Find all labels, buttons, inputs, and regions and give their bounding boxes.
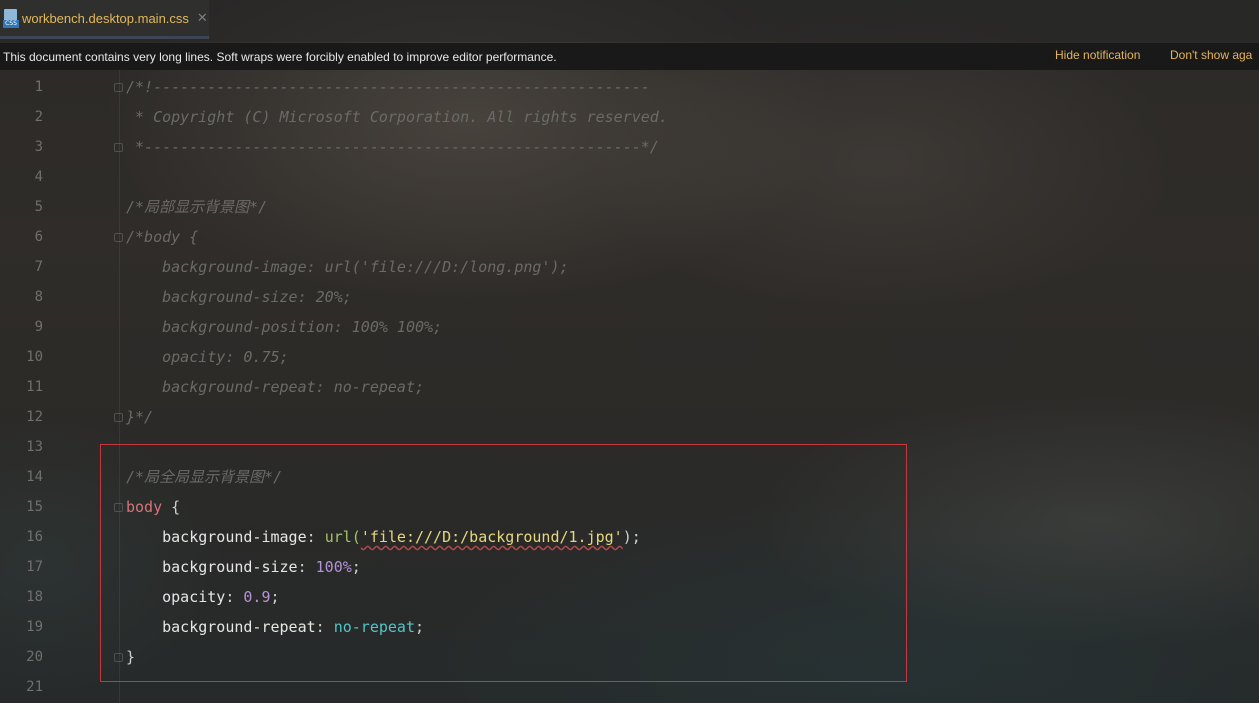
line-number: 10 <box>26 349 43 365</box>
code-line: 2 * Copyright (C) Microsoft Corporation.… <box>0 102 1259 132</box>
line-number: 8 <box>34 289 43 305</box>
line-number: 15 <box>26 499 43 515</box>
line-number: 13 <box>26 439 43 455</box>
code-text: /*body { <box>126 228 199 246</box>
code-line: 1 /*!-----------------------------------… <box>0 72 1259 102</box>
fold-icon[interactable] <box>114 413 123 422</box>
code-line: 9 background-position: 100% 100%; <box>0 312 1259 342</box>
tab-title: workbench.desktop.main.css <box>22 10 189 26</box>
code-line: 7 background-image: url('file:///D:/long… <box>0 252 1259 282</box>
line-number: 5 <box>34 199 43 215</box>
line-number: 9 <box>34 319 43 335</box>
code-line: 8 background-size: 20%; <box>0 282 1259 312</box>
line-number: 17 <box>26 559 43 575</box>
code-line: 12 }*/ <box>0 402 1259 432</box>
line-number: 1 <box>34 79 43 95</box>
editor-tab[interactable]: CSS workbench.desktop.main.css ✕ <box>0 0 209 36</box>
code-line: 11 background-repeat: no-repeat; <box>0 372 1259 402</box>
code-text: /*!-------------------------------------… <box>126 78 650 96</box>
fold-icon[interactable] <box>114 143 123 152</box>
line-number: 3 <box>34 139 43 155</box>
css-file-icon: CSS <box>3 8 19 28</box>
line-number: 18 <box>26 589 43 605</box>
line-number: 16 <box>26 529 43 545</box>
highlight-box <box>100 444 907 682</box>
line-number: 20 <box>26 649 43 665</box>
line-number: 11 <box>26 379 43 395</box>
dont-show-again-link[interactable]: Don't show aga <box>1170 48 1252 62</box>
code-text: background-position: 100% 100%; <box>126 318 443 336</box>
code-text: }*/ <box>126 408 154 426</box>
code-text: opacity: 0.75; <box>126 348 289 366</box>
line-number: 6 <box>34 229 43 245</box>
line-number: 14 <box>26 469 43 485</box>
notification-bar: This document contains very long lines. … <box>0 43 1259 70</box>
notification-message: This document contains very long lines. … <box>3 49 557 64</box>
code-line: 5 /*局部显示背景图*/ <box>0 192 1259 222</box>
hide-notification-link[interactable]: Hide notification <box>1055 48 1140 62</box>
fold-icon[interactable] <box>114 83 123 92</box>
code-text: background-size: 20%; <box>126 288 352 306</box>
close-icon[interactable]: ✕ <box>197 10 208 26</box>
code-text: background-repeat: no-repeat; <box>126 378 425 396</box>
tab-underline <box>0 36 209 39</box>
line-number: 12 <box>26 409 43 425</box>
code-line: 4 <box>0 162 1259 192</box>
code-text: * Copyright (C) Microsoft Corporation. A… <box>126 108 668 126</box>
code-text: *---------------------------------------… <box>126 138 659 156</box>
code-text: background-image: url('file:///D:/long.p… <box>126 258 569 276</box>
code-line: 10 opacity: 0.75; <box>0 342 1259 372</box>
line-number: 2 <box>34 109 43 125</box>
code-line: 3 *-------------------------------------… <box>0 132 1259 162</box>
tab-bar: CSS workbench.desktop.main.css ✕ <box>0 0 1259 42</box>
line-number: 21 <box>26 679 43 695</box>
code-line: 6 /*body { <box>0 222 1259 252</box>
line-number: 19 <box>26 619 43 635</box>
line-number: 7 <box>34 259 43 275</box>
fold-icon[interactable] <box>114 233 123 242</box>
line-number: 4 <box>34 169 43 185</box>
code-text: /*局部显示背景图*/ <box>126 198 268 216</box>
